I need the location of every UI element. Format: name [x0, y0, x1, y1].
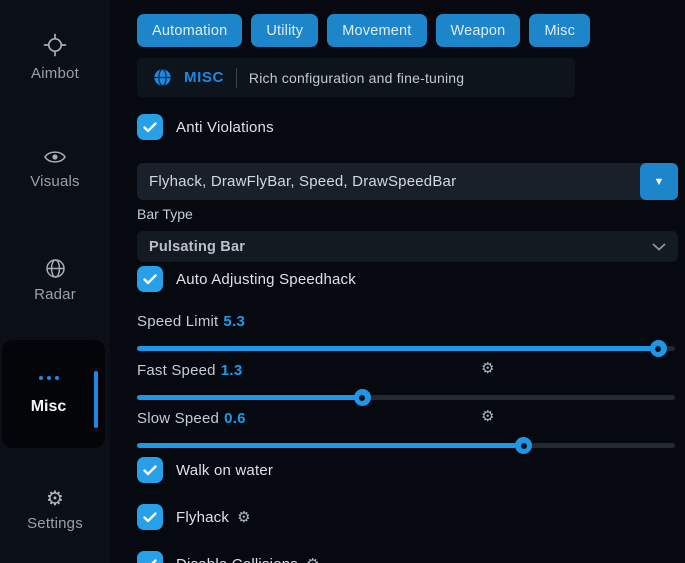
- checkbox-label: Walk on water: [176, 462, 273, 479]
- chevron-down-icon: [652, 243, 666, 251]
- slow-speed-value: 0.6: [224, 410, 246, 427]
- checkbox-checked-icon: [137, 457, 163, 483]
- slider-thumb[interactable]: [515, 437, 532, 454]
- checkbox-checked-icon: [137, 266, 163, 292]
- slider-thumb[interactable]: [650, 340, 667, 357]
- gear-icon: ⚙: [46, 488, 64, 508]
- dropdown-value: Pulsating Bar: [149, 239, 652, 255]
- tab-weapon[interactable]: Weapon: [436, 14, 521, 47]
- sidebar: Aimbot Visuals Radar Mi: [0, 0, 110, 563]
- gear-icon[interactable]: ⚙: [306, 557, 320, 563]
- globe-icon: [153, 68, 172, 87]
- slider-thumb[interactable]: [354, 389, 371, 406]
- ellipsis-icon: [2, 376, 95, 380]
- checkbox-auto-adjusting-speedhack[interactable]: Auto Adjusting Speedhack: [137, 266, 356, 292]
- globe-icon: [45, 258, 66, 279]
- fast-speed-value: 1.3: [221, 362, 243, 379]
- checkbox-label: Flyhack ⚙: [176, 509, 251, 526]
- slow-speed-slider[interactable]: [137, 436, 675, 454]
- sidebar-item-aimbot[interactable]: Aimbot: [0, 32, 110, 82]
- speed-limit-value: 5.3: [223, 313, 245, 330]
- checkbox-label: Anti Violations: [176, 119, 274, 136]
- fast-speed-slider[interactable]: [137, 388, 675, 406]
- gear-icon[interactable]: ⚙: [237, 510, 251, 525]
- active-indicator: [94, 371, 98, 428]
- slow-speed-label: Slow Speed0.6 ⚙: [137, 410, 246, 427]
- speed-limit-label: Speed Limit5.3: [137, 313, 245, 330]
- slider-fill: [137, 443, 524, 448]
- bar-type-dropdown[interactable]: Pulsating Bar: [137, 231, 678, 262]
- section-header: MISC Rich configuration and fine-tuning: [137, 58, 575, 97]
- sidebar-item-radar[interactable]: Radar: [0, 258, 110, 303]
- divider: [236, 68, 237, 88]
- tab-automation[interactable]: Automation: [137, 14, 242, 47]
- checkbox-checked-icon: [137, 114, 163, 140]
- checkbox-anti-violations[interactable]: Anti Violations: [137, 114, 274, 140]
- sidebar-item-label: Aimbot: [31, 65, 79, 82]
- sidebar-item-label: Radar: [34, 286, 76, 303]
- triangle-down-icon: ▼: [654, 176, 665, 188]
- checkbox-walk-on-water[interactable]: Walk on water: [137, 457, 273, 483]
- checkbox-disable-collisions[interactable]: Disable Collisions ⚙: [137, 551, 320, 563]
- sidebar-item-label: Visuals: [30, 173, 79, 190]
- checkbox-checked-icon: [137, 551, 163, 563]
- slider-fill: [137, 346, 659, 351]
- sidebar-item-label: Settings: [27, 515, 83, 532]
- checkbox-label: Auto Adjusting Speedhack: [176, 271, 356, 288]
- multiselect-value: Flyhack, DrawFlyBar, Speed, DrawSpeedBar: [137, 173, 640, 190]
- feature-multiselect[interactable]: Flyhack, DrawFlyBar, Speed, DrawSpeedBar…: [137, 163, 678, 200]
- tab-movement[interactable]: Movement: [327, 14, 426, 47]
- sidebar-item-label: Misc: [2, 398, 95, 416]
- sidebar-item-settings[interactable]: ⚙ Settings: [0, 488, 110, 532]
- checkbox-label: Disable Collisions ⚙: [176, 556, 320, 563]
- bar-type-label: Bar Type: [137, 206, 193, 222]
- sidebar-item-misc[interactable]: Misc: [2, 340, 105, 448]
- tab-utility[interactable]: Utility: [251, 14, 318, 47]
- content-panel: Automation Utility Movement Weapon Misc …: [110, 0, 685, 563]
- section-subtitle: Rich configuration and fine-tuning: [249, 70, 464, 86]
- speed-limit-slider[interactable]: [137, 339, 675, 357]
- checkbox-flyhack[interactable]: Flyhack ⚙: [137, 504, 251, 530]
- gear-icon[interactable]: ⚙: [481, 409, 495, 424]
- slider-fill: [137, 395, 363, 400]
- checkbox-checked-icon: [137, 504, 163, 530]
- tab-bar: Automation Utility Movement Weapon Misc: [137, 14, 590, 47]
- sidebar-item-visuals[interactable]: Visuals: [0, 148, 110, 190]
- fast-speed-label: Fast Speed1.3 ⚙: [137, 362, 242, 379]
- eye-icon: [43, 148, 67, 166]
- tab-misc[interactable]: Misc: [529, 14, 590, 47]
- app-window: Aimbot Visuals Radar Mi: [0, 0, 685, 563]
- gear-icon[interactable]: ⚙: [481, 361, 495, 376]
- section-title: MISC: [184, 69, 224, 86]
- crosshair-icon: [42, 32, 68, 58]
- multiselect-expand-button[interactable]: ▼: [640, 163, 678, 200]
